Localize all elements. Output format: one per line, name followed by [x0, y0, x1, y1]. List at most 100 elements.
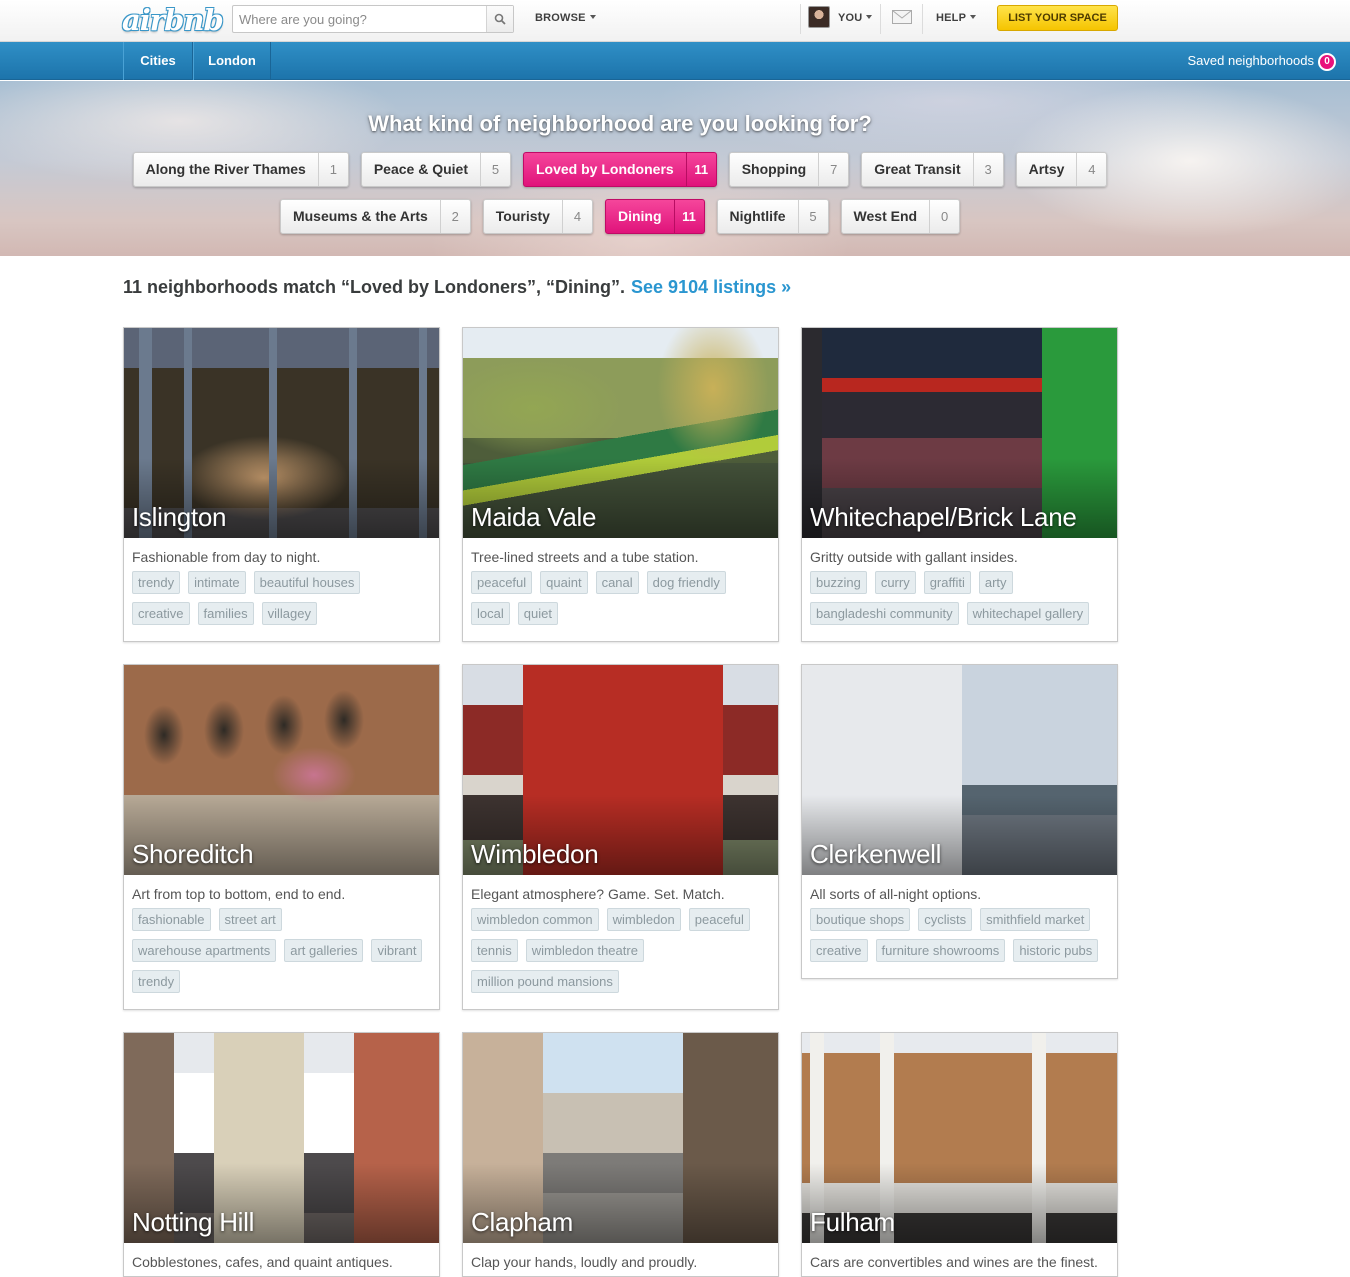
tag[interactable]: quiet	[517, 602, 558, 625]
neighborhood-photo[interactable]: Wimbledon	[463, 665, 778, 875]
tag[interactable]: million pound mansions	[471, 970, 619, 993]
list-your-space-button[interactable]: LIST YOUR SPACE	[997, 5, 1118, 31]
tag[interactable]: peaceful	[471, 571, 533, 594]
tag[interactable]: whitechapel gallery	[966, 602, 1090, 625]
tag[interactable]: creative	[810, 939, 868, 962]
hero-banner: What kind of neighborhood are you lookin…	[0, 81, 1350, 256]
tag[interactable]: quaint	[540, 571, 588, 594]
neighborhood-name: Clapham	[471, 1207, 573, 1237]
tag-list: boutique shops cyclists smithfield market c…	[802, 908, 1117, 978]
neighborhood-card-whitechapel-brick-lane[interactable]: Whitechapel/Brick Lane Gritty outside wit…	[801, 327, 1118, 642]
neighborhood-photo[interactable]: Clapham	[463, 1033, 778, 1243]
filter-nightlife[interactable]: Nightlife 5	[716, 199, 829, 234]
tag[interactable]: graffiti	[923, 571, 971, 594]
neighborhood-card-maida-vale[interactable]: Maida Vale Tree-lined streets and a tube …	[462, 327, 779, 642]
neighborhood-card-wimbledon[interactable]: Wimbledon Elegant atmosphere? Game. Set. …	[462, 664, 779, 1010]
tag[interactable]: wimbledon theatre	[525, 939, 644, 962]
help-menu[interactable]: HELP	[936, 12, 977, 24]
tag[interactable]: villagey	[261, 602, 317, 625]
search-button[interactable]	[486, 6, 513, 32]
filter-touristy[interactable]: Touristy 4	[482, 199, 593, 234]
filter-count: 3	[972, 153, 1003, 186]
tag-list: trendy intimate beautiful houses creative fa…	[124, 571, 439, 641]
tag[interactable]: street art	[218, 908, 282, 931]
tag[interactable]: wimbledon common	[471, 908, 599, 931]
tag[interactable]: wimbledon	[606, 908, 681, 931]
saved-neighborhoods-link[interactable]: Saved neighborhoods	[1188, 53, 1315, 68]
neighborhood-name: Fulham	[810, 1207, 895, 1237]
see-listings-link[interactable]: See 9104 listings »	[631, 277, 791, 297]
you-menu[interactable]: YOU	[838, 12, 873, 24]
neighborhood-description: Cobblestones, cafes, and quaint antiques…	[132, 1254, 393, 1270]
filter-count: 0	[929, 200, 959, 233]
filter-count: 11	[685, 153, 716, 186]
filter-label: Loved by Londoners	[536, 161, 674, 177]
neighborhood-name: Wimbledon	[471, 839, 599, 869]
tag[interactable]: smithfield market	[980, 908, 1091, 931]
subnav-london[interactable]: London	[193, 42, 271, 80]
neighborhood-name: Maida Vale	[471, 502, 597, 532]
tag[interactable]: fashionable	[132, 908, 211, 931]
neighborhood-card-clapham[interactable]: Clapham Clap your hands, loudly and proud…	[462, 1032, 779, 1277]
tag[interactable]: vibrant	[371, 939, 423, 962]
filter-label: West End	[853, 208, 918, 224]
tag[interactable]: historic pubs	[1013, 939, 1099, 962]
neighborhood-photo[interactable]: Shoreditch	[124, 665, 439, 875]
tag[interactable]: canal	[595, 571, 639, 594]
neighborhood-card-notting-hill[interactable]: Notting Hill Cobblestones, cafes, and qua…	[123, 1032, 440, 1277]
neighborhood-photo[interactable]: Maida Vale	[463, 328, 778, 538]
tag[interactable]: furniture showrooms	[875, 939, 1006, 962]
neighborhood-photo[interactable]: Fulham	[802, 1033, 1117, 1243]
browse-menu[interactable]: BROWSE	[535, 12, 596, 24]
filter-count: 5	[797, 200, 828, 233]
tag[interactable]: trendy	[132, 571, 181, 594]
help-label: HELP	[936, 12, 967, 24]
filter-along-the-river-thames[interactable]: Along the River Thames 1	[132, 152, 349, 187]
filter-peace-quiet[interactable]: Peace & Quiet 5	[360, 152, 511, 187]
tag-list: buzzing curry graffiti arty bangladeshi comm…	[802, 571, 1117, 641]
tag[interactable]: families	[197, 602, 254, 625]
filter-dining[interactable]: Dining 11	[604, 199, 705, 234]
neighborhood-card-fulham[interactable]: Fulham Cars are convertibles and wines ar…	[801, 1032, 1118, 1277]
tag[interactable]: boutique shops	[810, 908, 911, 931]
mail-icon[interactable]	[892, 10, 912, 24]
filter-west-end[interactable]: West End 0	[840, 199, 961, 234]
search-input[interactable]	[233, 6, 487, 32]
filter-artsy[interactable]: Artsy 4	[1015, 152, 1108, 187]
tag[interactable]: beautiful houses	[253, 571, 361, 594]
neighborhood-description: Gritty outside with gallant insides.	[810, 549, 1018, 565]
neighborhood-card-islington[interactable]: Islington Fashionable from day to night. t…	[123, 327, 440, 642]
tag[interactable]: buzzing	[810, 571, 867, 594]
tag[interactable]: art galleries	[284, 939, 364, 962]
results-summary: 11 neighborhoods match “Loved by Londone…	[123, 277, 791, 298]
subnav-cities[interactable]: Cities	[123, 42, 193, 80]
tag[interactable]: warehouse apartments	[132, 939, 277, 962]
search-icon	[494, 13, 506, 25]
neighborhood-photo[interactable]: Whitechapel/Brick Lane	[802, 328, 1117, 538]
tag[interactable]: dog friendly	[646, 571, 726, 594]
neighborhood-card-clerkenwell[interactable]: Clerkenwell All sorts of all-night option…	[801, 664, 1118, 979]
avatar[interactable]	[808, 6, 830, 28]
filter-museums-the-arts[interactable]: Museums & the Arts 2	[279, 199, 471, 234]
filter-shopping[interactable]: Shopping 7	[728, 152, 850, 187]
neighborhood-card-shoreditch[interactable]: Shoreditch Art from top to bottom, end to…	[123, 664, 440, 1010]
tag-list: peaceful quaint canal dog friendly local quie…	[463, 571, 778, 641]
tag[interactable]: intimate	[188, 571, 246, 594]
filter-great-transit[interactable]: Great Transit 3	[861, 152, 1004, 187]
tag[interactable]: local	[471, 602, 510, 625]
tag[interactable]: creative	[132, 602, 190, 625]
tag[interactable]: cyclists	[918, 908, 973, 931]
tag[interactable]: tennis	[471, 939, 518, 962]
neighborhood-photo[interactable]: Islington	[124, 328, 439, 538]
filter-loved-by-londoners[interactable]: Loved by Londoners 11	[523, 152, 717, 187]
tag[interactable]: curry	[874, 571, 916, 594]
filter-count: 4	[561, 200, 592, 233]
tag[interactable]: arty	[978, 571, 1013, 594]
airbnb-logo[interactable]: airbnb	[122, 3, 224, 37]
hero-title: What kind of neighborhood are you lookin…	[368, 111, 872, 136]
tag[interactable]: bangladeshi community	[810, 602, 959, 625]
neighborhood-photo[interactable]: Notting Hill	[124, 1033, 439, 1243]
tag[interactable]: trendy	[132, 970, 181, 993]
neighborhood-photo[interactable]: Clerkenwell	[802, 665, 1117, 875]
tag[interactable]: peaceful	[688, 908, 750, 931]
